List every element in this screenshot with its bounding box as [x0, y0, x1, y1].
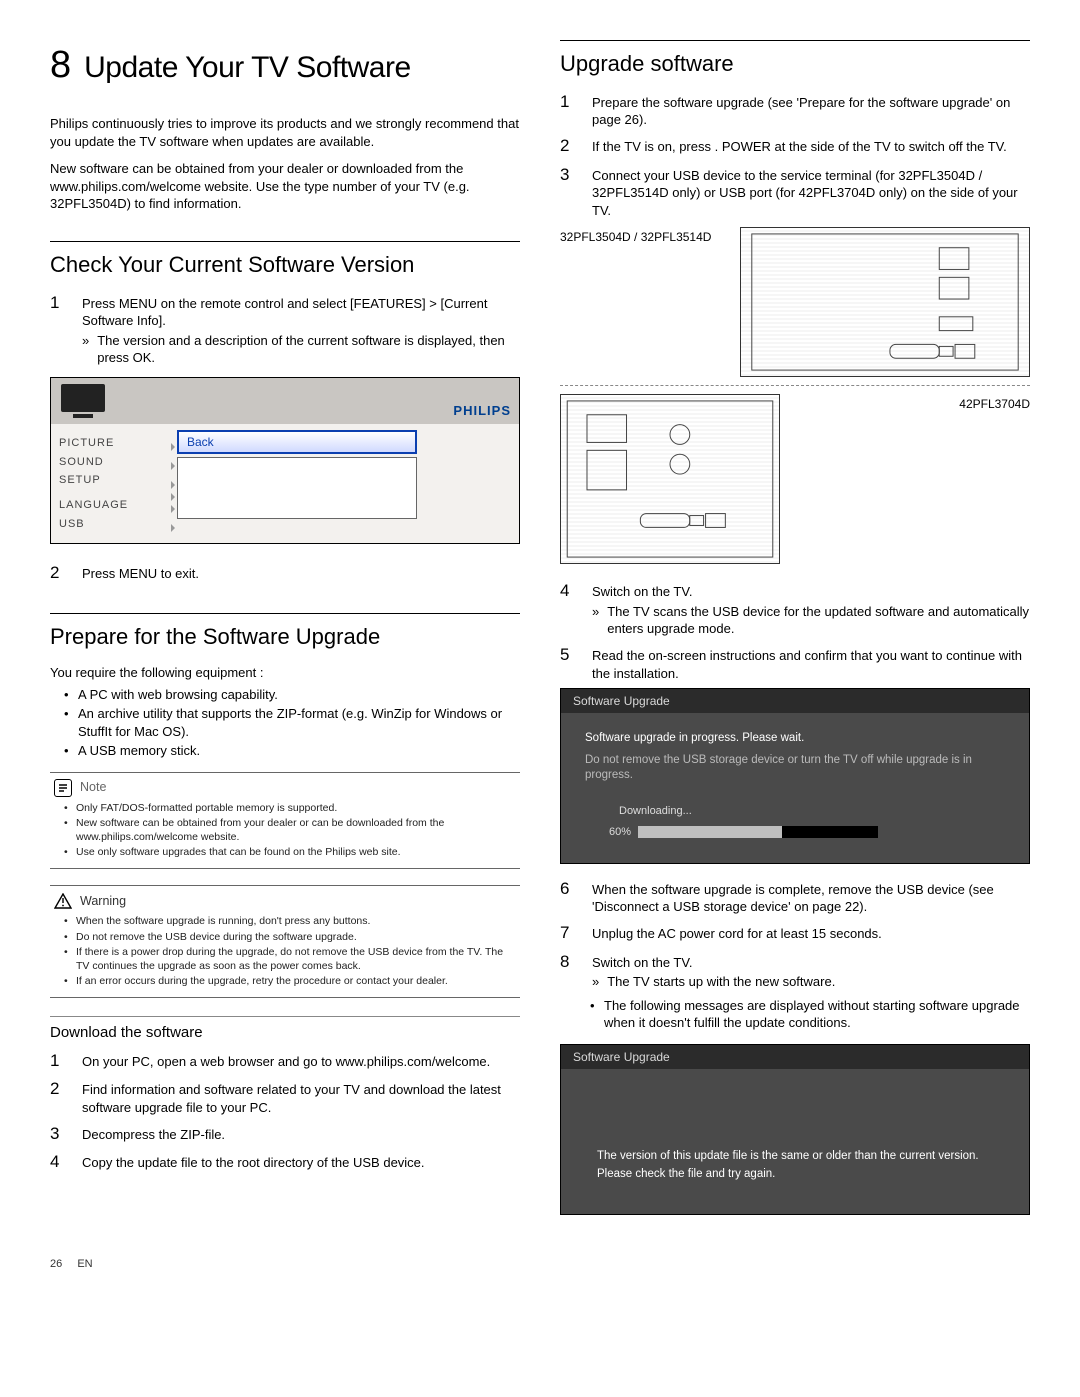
osd-progress-dialog: Software Upgrade Software upgrade in pro… — [560, 688, 1030, 864]
warn-4: If an error occurs during the upgrade, r… — [64, 974, 516, 988]
upgrade-s7: Unplug the AC power cord for at least 15… — [592, 922, 1030, 945]
intro-p2: New software can be obtained from your d… — [50, 160, 520, 213]
menu-content-box — [177, 457, 417, 519]
note-icon — [54, 779, 72, 797]
note-label: Note — [80, 779, 106, 796]
osd2-title: Software Upgrade — [561, 1045, 1029, 1069]
tv-side-diagram-2 — [560, 394, 780, 564]
upgrade-s8-sub: The TV starts up with the new software. — [607, 973, 835, 991]
upgrade-s1: Prepare the software upgrade (see 'Prepa… — [592, 91, 1030, 129]
osd2-line1: The version of this update file is the s… — [597, 1149, 993, 1165]
menu-item-setup: SETUP — [59, 471, 169, 490]
note-1: Only FAT/DOS-formatted portable memory i… — [64, 801, 516, 815]
upgrade-s6: When the software upgrade is complete, r… — [592, 878, 1030, 916]
warning-label: Warning — [80, 893, 126, 910]
upgrade-s4: Switch on the TV. — [592, 584, 692, 599]
page-lang: EN — [77, 1258, 92, 1270]
download-s4: Copy the update ﬁle to the root director… — [82, 1151, 520, 1174]
heading-upgrade: Upgrade software — [560, 49, 1030, 79]
osd-error-dialog: Software Upgrade The version of this upd… — [560, 1044, 1030, 1215]
download-s3: Decompress the ZIP-ﬁle. — [82, 1123, 520, 1146]
upgrade-s3: Connect your USB device to the service t… — [592, 164, 1030, 220]
check-step1: Press MENU on the remote control and sel… — [82, 296, 487, 329]
warning-icon — [54, 892, 72, 910]
prepare-lead: You require the following equipment : — [50, 664, 520, 682]
osd1-line1: Software upgrade in progress. Please wai… — [585, 731, 1005, 747]
note-3: Use only software upgrades that can be f… — [64, 845, 516, 859]
download-s2: Find information and software related to… — [82, 1078, 520, 1116]
heading-check-version: Check Your Current Software Version — [50, 250, 520, 280]
menu-item-sound: SOUND — [59, 453, 169, 472]
check-step2: Press MENU to exit. — [82, 566, 199, 581]
prepare-b1: A PC with web browsing capability. — [64, 686, 520, 704]
upgrade-s5: Read the on-screen instructions and conﬁ… — [592, 644, 1030, 682]
check-step1-sub: The version and a description of the cur… — [97, 332, 520, 367]
intro-p1: Philips continuously tries to improve it… — [50, 115, 520, 150]
tv-menu-screenshot: PHILIPS PICTURE SOUND SETUP LANGUAGE USB… — [50, 377, 520, 544]
prepare-b3: A USB memory stick. — [64, 742, 520, 760]
osd1-line2: Do not remove the USB storage device or … — [585, 753, 1005, 784]
download-s1: On your PC, open a web browser and go to… — [82, 1050, 520, 1073]
menu-item-usb: USB — [59, 515, 169, 534]
warn-3: If there is a power drop during the upgr… — [64, 945, 516, 973]
osd2-line2: Please check the file and try again. — [597, 1167, 993, 1183]
tv-side-diagram-1 — [740, 227, 1030, 377]
menu-back-button: Back — [177, 430, 417, 454]
warning-box: Warning When the software upgrade is run… — [50, 885, 520, 998]
progress-bar — [638, 826, 878, 838]
page-number: 26 — [50, 1257, 62, 1272]
warn-1: When the software upgrade is running, do… — [64, 914, 516, 928]
menu-item-picture: PICTURE — [59, 434, 169, 453]
osd1-title: Software Upgrade — [561, 689, 1029, 713]
prepare-b2: An archive utility that supports the ZIP… — [64, 705, 520, 740]
osd1-pct: 60% — [585, 825, 631, 840]
menu-item-language: LANGUAGE — [59, 496, 169, 515]
upgrade-s4-sub: The TV scans the USB device for the upda… — [607, 603, 1030, 638]
chapter-title: Update Your TV Software — [84, 48, 411, 89]
upgrade-s8: Switch on the TV. — [592, 955, 692, 970]
note-box: Note Only FAT/DOS-formatted portable mem… — [50, 772, 520, 870]
heading-download: Download the software — [50, 1016, 520, 1043]
philips-brand: PHILIPS — [453, 402, 511, 424]
warn-2: Do not remove the USB device during the … — [64, 930, 516, 944]
upgrade-after-note: The following messages are displayed wit… — [590, 997, 1030, 1032]
chapter-number: 8 — [50, 40, 70, 91]
panel2-label: 42PFL3704D — [959, 394, 1030, 412]
heading-prepare: Prepare for the Software Upgrade — [50, 622, 520, 652]
upgrade-s2: If the TV is on, press . POWER at the si… — [592, 135, 1030, 158]
note-2: New software can be obtained from your d… — [64, 816, 516, 844]
osd1-downloading: Downloading... — [619, 804, 1005, 819]
panel1-label: 32PFL3504D / 32PFL3514D — [560, 227, 711, 245]
